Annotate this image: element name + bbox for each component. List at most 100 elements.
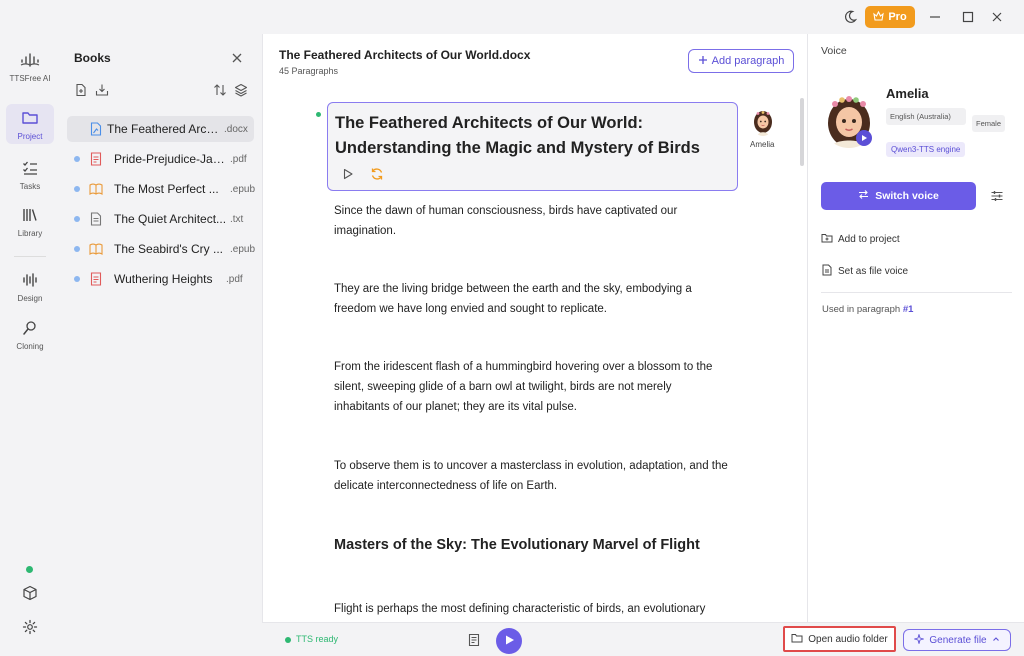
unread-dot	[74, 156, 80, 162]
book-name: Pride-Prejudice-Jan...	[114, 152, 228, 166]
engine-tag: Qwen3-TTS engine	[886, 142, 966, 157]
folder-icon	[21, 110, 39, 129]
paragraph-text[interactable]: Since the dawn of human consciousness, b…	[334, 201, 729, 241]
book-ext: .pdf	[230, 153, 247, 165]
paragraph-text[interactable]: To observe them is to uncover a mastercl…	[334, 456, 729, 496]
book-item[interactable]: The Most Perfect ... .epub	[67, 176, 256, 202]
waveform-icon	[22, 272, 38, 291]
nav-project[interactable]: Project	[6, 104, 54, 144]
generate-file-label: Generate file	[929, 634, 987, 646]
settings-gear-icon[interactable]	[22, 619, 38, 638]
brand-logo: TTSFree AI	[0, 50, 60, 83]
preview-play-button[interactable]	[856, 130, 872, 146]
switch-voice-button[interactable]: Switch voice	[821, 182, 976, 210]
epub-icon	[89, 242, 103, 256]
book-item[interactable]: The Feathered Arch... .docx	[67, 116, 254, 142]
close-window-icon[interactable]	[988, 8, 1006, 26]
book-item[interactable]: The Quiet Architect... .txt	[67, 206, 254, 232]
tasks-icon	[22, 160, 38, 179]
section-heading[interactable]: Masters of the Sky: The Evolutionary Mar…	[334, 537, 729, 553]
book-item[interactable]: Wuthering Heights .pdf	[67, 266, 254, 292]
sparkle-icon	[914, 633, 925, 647]
crown-icon	[873, 10, 885, 24]
bottom-bar: TTS ready Open audio folder Generate fil…	[262, 622, 1024, 656]
paragraph-text[interactable]: From the iridescent flash of a hummingbi…	[334, 357, 729, 417]
book-item[interactable]: Pride-Prejudice-Jan... .pdf	[67, 146, 254, 172]
paragraph-voice-avatar[interactable]	[752, 110, 774, 136]
folder-add-icon	[821, 232, 833, 247]
docx-icon	[89, 122, 103, 136]
heading-paragraph[interactable]: The Feathered Architects of Our World: U…	[335, 111, 730, 161]
heading-paragraph-card[interactable]: The Feathered Architects of Our World: U…	[327, 102, 738, 191]
close-icon[interactable]	[230, 51, 244, 65]
pdf-icon	[89, 272, 103, 286]
sort-icon[interactable]	[213, 83, 227, 97]
library-icon	[22, 207, 38, 226]
book-ext: .txt	[230, 213, 244, 225]
set-as-file-voice-label: Set as file voice	[838, 266, 909, 277]
add-to-project-button[interactable]: Add to project	[821, 232, 900, 247]
tts-status: TTS ready	[296, 634, 339, 644]
book-name: The Feathered Arch...	[107, 122, 221, 136]
book-ext: .epub	[230, 183, 256, 195]
gender-tag: Female	[972, 115, 1006, 132]
book-ext: .pdf	[226, 273, 243, 285]
play-paragraph-icon[interactable]	[342, 168, 354, 180]
regenerate-icon[interactable]	[370, 167, 384, 181]
nav-tasks[interactable]: Tasks	[0, 160, 60, 191]
book-item[interactable]: The Seabird's Cry ... .epub	[67, 236, 256, 262]
title-bar: Pro	[0, 0, 1024, 34]
book-name: The Quiet Architect...	[114, 212, 227, 226]
nav-cloning[interactable]: Cloning	[0, 320, 60, 351]
unread-dot	[74, 246, 80, 252]
scrollbar-thumb[interactable]	[800, 98, 804, 166]
tts-status-dot	[285, 637, 291, 643]
document-editor: The Feathered Architects of Our World.do…	[262, 34, 807, 622]
paragraph-text[interactable]: Flight is perhaps the most defining char…	[334, 599, 729, 619]
switch-voice-label: Switch voice	[875, 190, 939, 202]
add-paragraph-button[interactable]: Add paragraph	[688, 49, 794, 73]
open-audio-folder-button[interactable]: Open audio folder	[783, 626, 896, 652]
import-icon[interactable]	[95, 83, 109, 97]
voice-name: Amelia	[886, 86, 929, 101]
paragraph-voice-name: Amelia	[750, 140, 775, 149]
pro-label: Pro	[888, 11, 907, 23]
maximize-icon[interactable]	[959, 8, 977, 26]
pro-button[interactable]: Pro	[865, 6, 915, 28]
voice-settings-sliders-icon[interactable]	[990, 189, 1004, 203]
nav-library[interactable]: Library	[0, 207, 60, 238]
open-folder-icon	[791, 632, 803, 647]
pdf-icon	[89, 152, 103, 166]
nav-tasks-label: Tasks	[19, 182, 41, 191]
new-file-icon[interactable]	[74, 83, 88, 97]
paragraph-text[interactable]: They are the living bridge between the e…	[334, 279, 729, 319]
play-all-button[interactable]	[496, 628, 522, 654]
switch-arrows-icon	[858, 189, 869, 203]
rail-divider	[14, 256, 46, 257]
cloning-icon	[22, 320, 38, 339]
dark-mode-icon[interactable]	[842, 9, 858, 25]
paragraph-status-dot	[316, 112, 321, 117]
book-ext: .epub	[230, 243, 256, 255]
nav-cloning-label: Cloning	[16, 342, 44, 351]
set-as-file-voice-button[interactable]: Set as file voice	[821, 264, 908, 279]
minimize-icon[interactable]	[926, 8, 944, 26]
layers-icon[interactable]	[234, 83, 248, 97]
language-tag: English (Australia)	[886, 108, 966, 125]
used-in-paragraph: Used in paragraph #1	[822, 304, 913, 315]
plus-icon	[698, 55, 708, 68]
voice-panel: Voice Amelia English (Australia) Female …	[807, 34, 1024, 622]
generate-file-button[interactable]: Generate file	[903, 629, 1011, 651]
book-ext: .docx	[224, 123, 248, 135]
unread-dot	[74, 216, 80, 222]
chevron-up-icon	[992, 635, 1000, 646]
nav-design[interactable]: Design	[0, 272, 60, 303]
cube-icon[interactable]	[22, 585, 38, 604]
used-in-paragraph-link[interactable]: #1	[903, 304, 914, 315]
unread-dot	[74, 276, 80, 282]
book-name: The Seabird's Cry ...	[114, 242, 223, 256]
used-in-prefix: Used in paragraph	[822, 304, 901, 315]
add-to-project-label: Add to project	[838, 234, 900, 245]
transcript-icon[interactable]	[467, 633, 481, 647]
unread-dot	[74, 186, 80, 192]
